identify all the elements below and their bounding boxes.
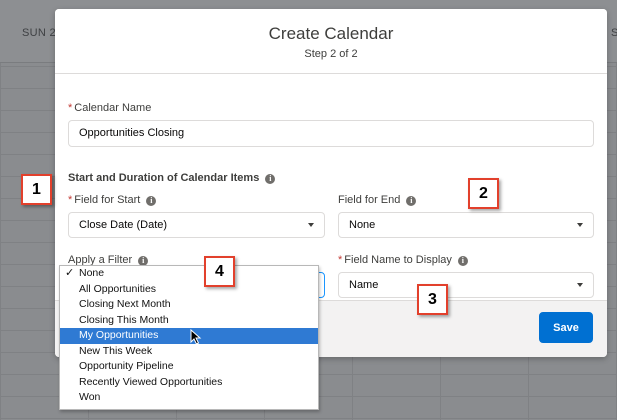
calendar-name-input[interactable]: Opportunities Closing	[68, 120, 594, 147]
dropdown-option[interactable]: All Opportunities	[60, 282, 318, 298]
field-name-display-select[interactable]: Name	[338, 272, 594, 298]
dropdown-option[interactable]: ✓ None	[60, 266, 318, 282]
modal-header: Create Calendar Step 2 of 2	[55, 9, 607, 74]
dropdown-option[interactable]: Opportunity Pipeline	[60, 359, 318, 375]
field-name-display-label: * Field Name to Display i	[338, 254, 468, 266]
section-title: Start and Duration of Calendar Items i	[68, 172, 276, 184]
day-header-right: S	[611, 27, 617, 39]
required-marker: *	[68, 194, 73, 206]
callout-3: 3	[417, 284, 448, 315]
chevron-down-icon	[308, 223, 314, 227]
callout-2: 2	[468, 178, 499, 209]
dropdown-option[interactable]: Won	[60, 390, 318, 406]
info-icon[interactable]: i	[406, 196, 417, 206]
chevron-down-icon	[577, 283, 583, 287]
dropdown-option[interactable]: Closing Next Month	[60, 297, 318, 313]
modal-title: Create Calendar	[268, 24, 394, 43]
callout-4: 4	[204, 256, 235, 287]
required-marker: *	[338, 254, 343, 266]
modal-subtitle: Step 2 of 2	[304, 48, 358, 60]
save-button[interactable]: Save	[539, 312, 593, 343]
field-for-start-label: * Field for Start i	[68, 194, 157, 206]
callout-1: 1	[21, 174, 52, 205]
checkmark-icon: ✓	[65, 267, 75, 279]
field-for-end-label: Field for End i	[338, 194, 417, 206]
field-for-start-select[interactable]: Close Date (Date)	[68, 212, 325, 238]
dropdown-option[interactable]: Closing This Month	[60, 313, 318, 329]
required-marker: *	[68, 102, 73, 114]
info-icon[interactable]: i	[457, 256, 468, 266]
info-icon[interactable]: i	[146, 196, 157, 206]
filter-dropdown-list[interactable]: ✓ None All Opportunities Closing Next Mo…	[59, 265, 319, 410]
chevron-down-icon	[577, 223, 583, 227]
dropdown-option[interactable]: Recently Viewed Opportunities	[60, 375, 318, 391]
info-icon[interactable]: i	[265, 174, 276, 184]
calendar-name-label: * Calendar Name	[68, 102, 152, 114]
field-for-end-select[interactable]: None	[338, 212, 594, 238]
day-header-left: SUN 2	[22, 27, 56, 39]
dropdown-option[interactable]: New This Week	[60, 344, 318, 360]
dropdown-option-highlighted[interactable]: My Opportunities	[60, 328, 318, 345]
